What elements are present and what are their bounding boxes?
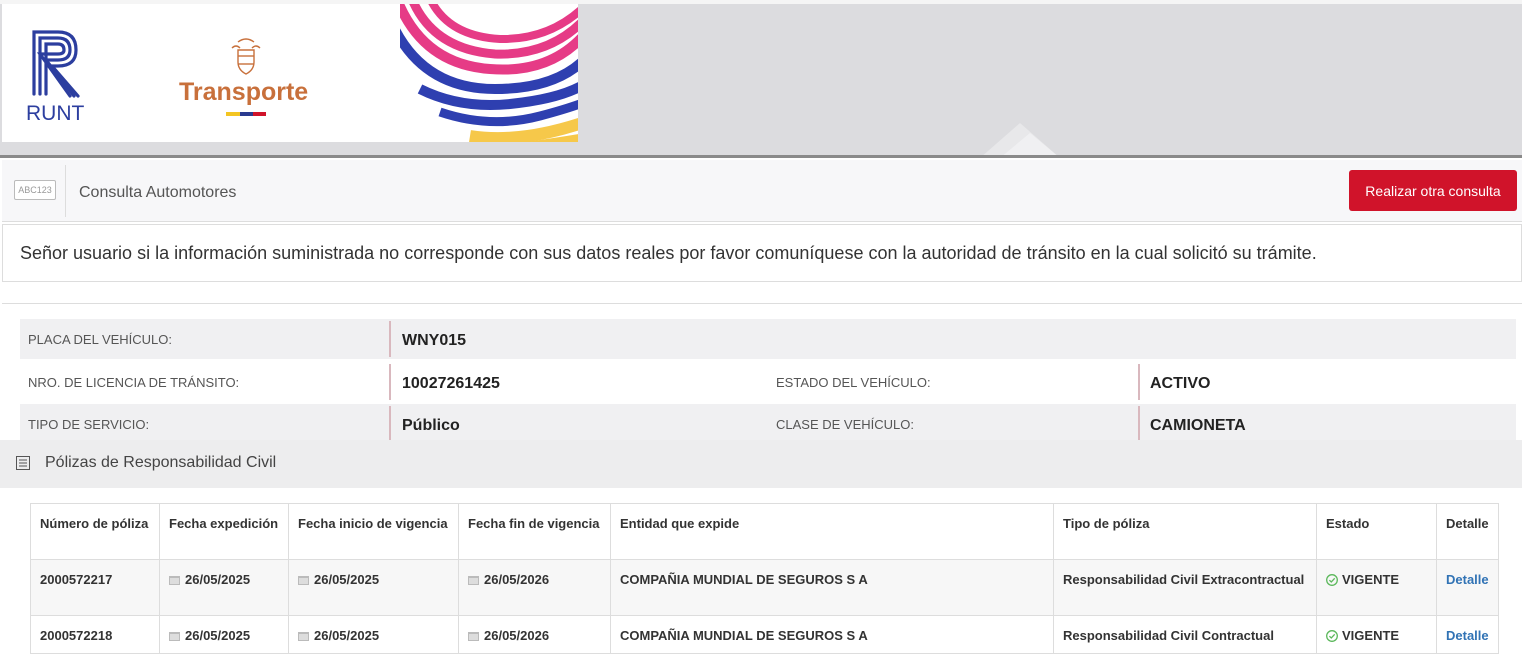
new-query-button[interactable]: Realizar otra consulta [1349,170,1517,211]
value-marker [389,321,391,357]
info-row-licencia: NRO. DE LICENCIA DE TRÁNSITO: 1002726142… [20,362,1516,402]
placa-label: PLACA DEL VEHÍCULO: [28,332,173,347]
servicio-value: Público [402,417,460,434]
calendar-icon [169,576,180,585]
licencia-value: 10027261425 [402,375,500,392]
info-row-placa: PLACA DEL VEHÍCULO: WNY015 [20,319,1516,359]
tipo-poliza: Responsabilidad Civil Extracontractual [1053,559,1317,616]
fecha-fin-cell: 26/05/2026 [458,615,611,654]
column-header: Detalle [1436,503,1499,560]
detalle-cell: Detalle [1436,559,1499,616]
banner-divider [0,155,1522,158]
fecha-expedicion: 26/05/2025 [185,572,251,587]
info-row-servicio: TIPO DE SERVICIO: Público CLASE DE VEHÍC… [20,404,1516,442]
runt-logo-text: RUNT [26,102,85,125]
column-header: Estado [1316,503,1437,560]
clase-value: CAMIONETA [1150,417,1246,434]
estado-value: VIGENTE [1342,572,1400,587]
fecha-fin: 26/05/2026 [484,628,550,643]
licencia-label: NRO. DE LICENCIA DE TRÁNSITO: [28,375,240,390]
fecha-inicio-cell: 26/05/2025 [288,615,459,654]
column-header: Tipo de póliza [1053,503,1317,560]
estado-label: ESTADO DEL VEHÍCULO: [776,375,931,390]
banner-decoration [980,123,1060,158]
placa-value: WNY015 [402,332,467,349]
value-marker [1138,406,1140,442]
value-marker [389,406,391,442]
page-title: Consulta Automotores [79,184,237,201]
fecha-expedicion-cell: 26/05/2025 [159,615,289,654]
plate-icon: ABC123 [14,180,56,200]
fecha-inicio: 26/05/2025 [314,628,380,643]
logos-area: RUNT Transporte [2,4,578,142]
fecha-expedicion: 26/05/2025 [185,628,251,643]
banner-ribbons-decoration [400,4,578,142]
section-divider [2,303,1522,304]
detalle-link[interactable]: Detalle [1446,628,1489,643]
calendar-icon [298,576,309,585]
consulta-toolbar: ABC123 Consulta Automotores Realizar otr… [2,160,1522,222]
polizas-table: Número de póliza Fecha expedición Fecha … [30,503,1499,654]
detalle-cell: Detalle [1436,615,1499,654]
polizas-section-title: Pólizas de Responsabilidad Civil [45,454,277,471]
colombia-shield-icon [231,38,261,75]
column-header: Entidad que expide [610,503,1054,560]
value-marker [389,364,391,400]
poliza-numero: 2000572218 [30,615,160,654]
estado-cell: VIGENTE [1316,559,1437,616]
column-header: Fecha expedición [159,503,289,560]
column-header: Fecha fin de vigencia [458,503,611,560]
table-row: 2000572218 26/05/2025 26/05/2025 26/05/2… [30,615,1499,654]
fecha-expedicion-cell: 26/05/2025 [159,559,289,616]
column-header: Fecha inicio de vigencia [288,503,459,560]
fecha-inicio-cell: 26/05/2025 [288,559,459,616]
table-header-row: Número de póliza Fecha expedición Fecha … [30,503,1499,560]
fecha-fin-cell: 26/05/2026 [458,559,611,616]
entidad: COMPAÑIA MUNDIAL DE SEGUROS S A [610,559,1054,616]
calendar-icon [298,632,309,641]
servicio-label: TIPO DE SERVICIO: [28,417,150,432]
fecha-inicio: 26/05/2025 [314,572,380,587]
user-notice: Señor usuario si la información suminist… [2,224,1522,282]
table-row: 2000572217 26/05/2025 26/05/2025 26/05/2… [30,559,1499,616]
calendar-icon [468,632,479,641]
clase-label: CLASE DE VEHÍCULO: [776,417,914,432]
column-header: Número de póliza [30,503,160,560]
estado-cell: VIGENTE [1316,615,1437,654]
tipo-poliza: Responsabilidad Civil Contractual [1053,615,1317,654]
entidad: COMPAÑIA MUNDIAL DE SEGUROS S A [610,615,1054,654]
list-icon [16,456,30,470]
fecha-fin: 26/05/2026 [484,572,550,587]
calendar-icon [468,576,479,585]
calendar-icon [169,632,180,641]
ministry-logo-text: Transporte [179,78,309,106]
notice-text: Señor usuario si la información suminist… [20,243,1317,263]
value-marker [1138,364,1140,400]
poliza-numero: 2000572217 [30,559,160,616]
estado-value: ACTIVO [1150,375,1211,392]
polizas-section-header[interactable]: Pólizas de Responsabilidad Civil [0,440,1522,488]
check-circle-icon [1326,630,1338,642]
toolbar-divider [65,165,66,217]
estado-value: VIGENTE [1342,628,1400,643]
check-circle-icon [1326,574,1338,586]
colombia-flag-bar [226,112,266,116]
detalle-link[interactable]: Detalle [1446,572,1489,587]
